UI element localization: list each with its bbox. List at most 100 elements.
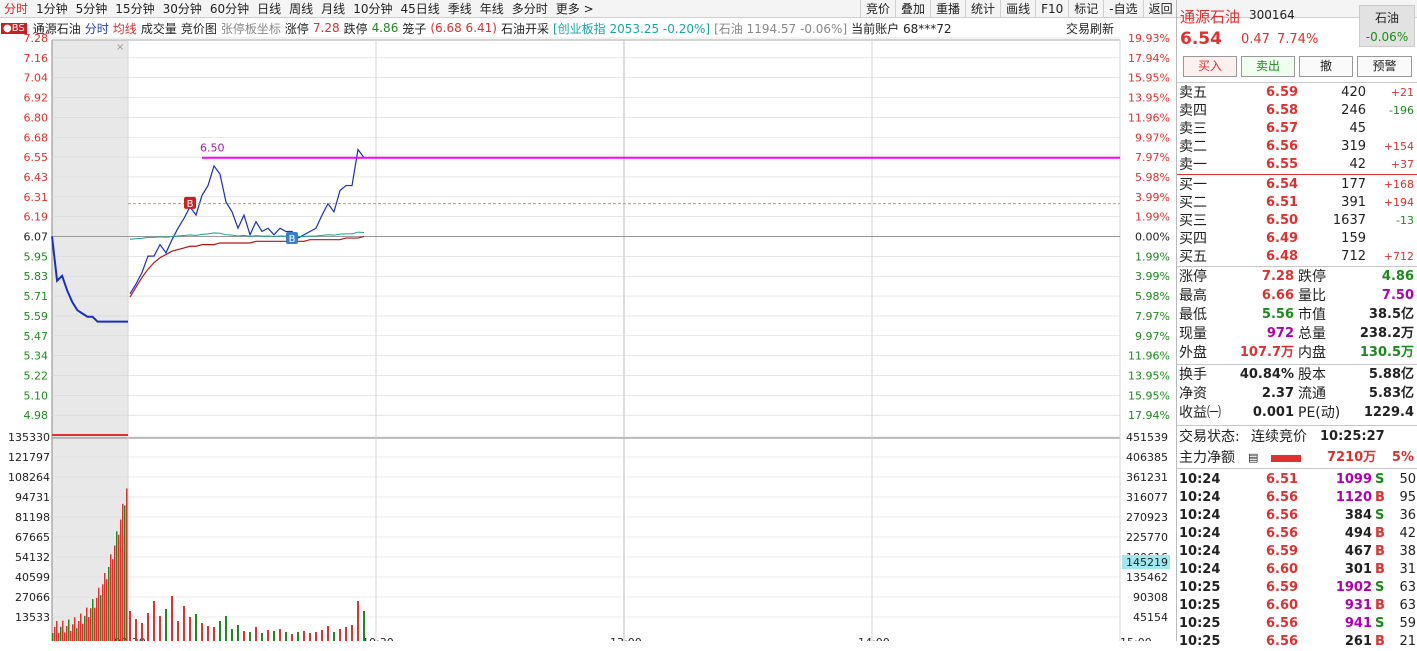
tool-tab-8[interactable]: 返回 <box>1142 0 1178 18</box>
sector-button[interactable]: 石油 -0.06% <box>1359 5 1415 47</box>
volume-bar <box>303 631 305 641</box>
volume-tick-left: 135330 <box>8 431 50 444</box>
tool-tab-5[interactable]: F10 <box>1035 0 1068 18</box>
tick-row: 10:25 6.60 931 B 63 <box>1177 597 1417 615</box>
buy-level-2[interactable]: 买二 6.51 391 +194 <box>1177 194 1417 212</box>
tool-tab-0[interactable]: 竞价 <box>860 0 895 18</box>
order-volume: 712 <box>1341 249 1366 264</box>
period-tab-0[interactable]: 分时 <box>0 0 32 18</box>
tick-price: 6.59 <box>1266 544 1299 559</box>
tool-tab-3[interactable]: 统计 <box>965 0 1000 18</box>
tick-side: S <box>1375 616 1385 631</box>
tick-count: 50 <box>1399 472 1416 487</box>
auction-volume-bar <box>54 626 56 641</box>
tick-volume: 301 <box>1344 562 1372 577</box>
period-tab-6[interactable]: 日线 <box>253 0 285 18</box>
auction-volume-bar <box>68 619 70 641</box>
volume-cursor-value: 145219 <box>1126 556 1168 569</box>
trade-status-value: 连续竞价 <box>1251 429 1307 445</box>
tool-tab-7[interactable]: -自选 <box>1103 0 1142 18</box>
tick-volume: 261 <box>1344 634 1372 649</box>
buy-level-5[interactable]: 买五 6.48 712 +712 <box>1177 248 1417 266</box>
trade-button-0[interactable]: 买入 <box>1183 56 1237 77</box>
volume-tick-left: 54132 <box>15 551 50 564</box>
time-label: 15:00 <box>1120 636 1152 641</box>
period-tab-11[interactable]: 季线 <box>444 0 476 18</box>
order-level-label: 买四 <box>1179 231 1207 247</box>
period-tab-3[interactable]: 15分钟 <box>111 0 158 18</box>
period-tab-7[interactable]: 周线 <box>285 0 317 18</box>
buy-level-4[interactable]: 买四 6.49 159 <box>1177 230 1417 248</box>
period-tab-1[interactable]: 1分钟 <box>32 0 72 18</box>
volume-bar <box>231 629 233 641</box>
period-tab-9[interactable]: 10分钟 <box>349 0 396 18</box>
sell-level-4[interactable]: 卖四 6.58 246 -196 <box>1177 102 1417 120</box>
volume-bar <box>273 631 275 641</box>
intraday-chart[interactable]: ●BS 通源石油 分时 均线 成交量 竞价图 张停板坐标 涨停 7.28 跌停 4.… <box>0 18 1176 641</box>
separator <box>1177 174 1417 175</box>
volume-bar <box>345 627 347 641</box>
pct-tick-label: 0.00% <box>1135 231 1170 244</box>
stat-value: 40.84% <box>1239 367 1294 382</box>
tick-price: 6.59 <box>1266 580 1299 595</box>
volume-bar <box>225 616 227 641</box>
time-label: 13:00 <box>610 636 642 641</box>
sell-level-3[interactable]: 卖三 6.57 45 <box>1177 120 1417 138</box>
trade-button-3[interactable]: 预警 <box>1357 56 1412 77</box>
trade-button-1[interactable]: 卖出 <box>1241 56 1295 77</box>
tool-tab-4[interactable]: 画线 <box>1000 0 1035 18</box>
auction-volume-bar <box>56 620 58 641</box>
auction-volume-bar <box>64 632 66 641</box>
period-tab-8[interactable]: 月线 <box>317 0 349 18</box>
buy-level-3[interactable]: 买三 6.50 1637 -13 <box>1177 212 1417 230</box>
order-price: 6.56 <box>1266 139 1299 154</box>
period-tab-14[interactable]: 更多 > <box>552 0 598 18</box>
tick-count: 63 <box>1399 580 1416 595</box>
main-flow[interactable]: 主力净额 ▤ 7210万 5% <box>1177 449 1417 467</box>
pct-tick-label: 1.99% <box>1135 250 1170 263</box>
sell-level-5[interactable]: 卖五 6.59 420 +21 <box>1177 84 1417 102</box>
stat-value-2: 7.50 <box>1381 288 1414 303</box>
trade-status-time: 10:25:27 <box>1320 429 1385 444</box>
stat-value-2: 238.2万 <box>1359 326 1414 341</box>
price-tick-label: 5.71 <box>24 290 49 303</box>
volume-bar <box>255 627 257 641</box>
tick-price: 6.56 <box>1266 508 1299 523</box>
list-icon: ▤ <box>1248 451 1259 464</box>
tick-time: 10:24 <box>1179 544 1221 559</box>
buy-level-1[interactable]: 买一 6.54 177 +168 <box>1177 176 1417 194</box>
price-tick-label: 6.19 <box>24 211 49 224</box>
auction-volume-bar <box>76 628 78 641</box>
stat-value-2: 4.86 <box>1381 269 1414 284</box>
volume-tick-left: 108264 <box>8 471 50 484</box>
volume-tick-left: 121797 <box>8 451 50 464</box>
order-level-label: 买五 <box>1179 249 1207 265</box>
tick-count: 38 <box>1399 544 1416 559</box>
period-tab-12[interactable]: 年线 <box>476 0 508 18</box>
period-tab-5[interactable]: 60分钟 <box>206 0 253 18</box>
sell-level-2[interactable]: 卖二 6.56 319 +154 <box>1177 138 1417 156</box>
volume-tick-left: 94731 <box>15 491 50 504</box>
tick-count: 42 <box>1399 526 1416 541</box>
sell-level-1[interactable]: 卖一 6.55 42 +37 <box>1177 156 1417 174</box>
period-tab-2[interactable]: 5分钟 <box>72 0 112 18</box>
auction-volume-bar <box>96 597 98 641</box>
sector-button-name: 石油 <box>1374 11 1399 25</box>
period-tab-13[interactable]: 多分时 <box>508 0 552 18</box>
order-price: 6.57 <box>1266 121 1299 136</box>
tool-tab-1[interactable]: 叠加 <box>895 0 930 18</box>
pct-tick-label: 3.99% <box>1135 270 1170 283</box>
price-tick-label: 4.98 <box>24 409 49 422</box>
tick-row: 10:24 6.56 494 B 42 <box>1177 525 1417 543</box>
tick-time: 10:24 <box>1179 508 1221 523</box>
pct-tick-label: 15.95% <box>1128 389 1170 402</box>
auction-volume-bar <box>100 595 102 641</box>
trade-button-2[interactable]: 撤 <box>1299 56 1353 77</box>
period-tab-10[interactable]: 45日线 <box>396 0 443 18</box>
avg-price-line <box>129 235 365 298</box>
stat-row-3: 现量 972 总量 238.2万 <box>1177 325 1417 343</box>
tool-tab-6[interactable]: 标记 <box>1068 0 1103 18</box>
stat-label-2: 内盘 <box>1298 345 1326 361</box>
tool-tab-2[interactable]: 重播 <box>930 0 965 18</box>
period-tab-4[interactable]: 30分钟 <box>159 0 206 18</box>
